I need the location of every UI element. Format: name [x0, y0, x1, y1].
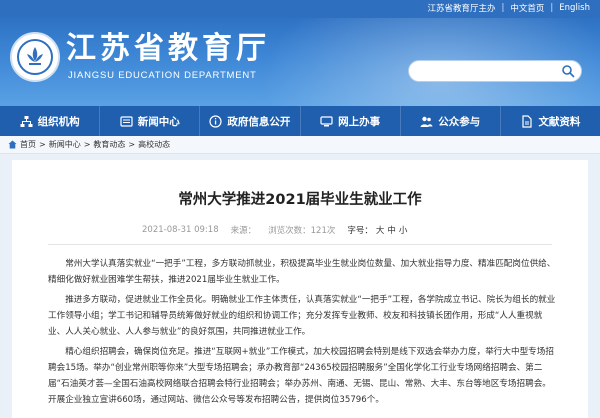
- breadcrumb-home[interactable]: 首页: [20, 139, 36, 150]
- search-icon[interactable]: [561, 64, 575, 78]
- info-icon: [209, 114, 223, 128]
- nav-item-docs[interactable]: 文献资料: [501, 106, 600, 136]
- logo-emblem[interactable]: [10, 32, 60, 82]
- org-icon: [20, 115, 33, 127]
- nav-item-info[interactable]: 政府信息公开: [200, 106, 301, 136]
- nav-item-service[interactable]: 网上办事: [301, 106, 401, 136]
- english-link[interactable]: English: [559, 3, 590, 13]
- people-icon: [420, 116, 433, 127]
- nav-item-news[interactable]: 新闻中心: [100, 106, 201, 136]
- font-size-large[interactable]: 大: [376, 224, 385, 236]
- nav-item-org[interactable]: 组织机构: [0, 106, 101, 136]
- nav-label: 公众参与: [438, 115, 481, 128]
- article-paragraph: 精心组织招聘会，确保岗位充足。推进“互联网+就业”工作模式，加大校园招聘会特别是…: [48, 347, 554, 405]
- site-title: 江苏省教育厅: [66, 31, 270, 66]
- font-size-medium[interactable]: 中: [387, 224, 396, 236]
- nav-label: 政府信息公开: [227, 115, 291, 128]
- top-strip: 江苏省教育厅主办 | 中文首页 | English: [0, 0, 600, 18]
- article-views: 浏览次数：121次: [268, 226, 336, 236]
- font-size-small[interactable]: 小: [399, 224, 408, 236]
- breadcrumb: 首页 > 新闻中心 > 教育动态 > 高校动态: [0, 136, 600, 154]
- article-paragraph: 推进多方联动，促进就业工作全员化。明确就业工作主体责任，认真落实就业“一把手”工…: [48, 295, 556, 337]
- article-date: 2021-08-31 09:18: [142, 225, 219, 235]
- service-icon: [320, 115, 333, 126]
- site-sponsor-link[interactable]: 江苏省教育厅主办: [428, 2, 496, 14]
- news-icon: [120, 115, 133, 127]
- article-title: 常州大学推进2021届毕业生就业工作: [178, 192, 422, 208]
- separator: |: [550, 3, 554, 13]
- main-nav: 组织机构 新闻中心 政府信息公开 网上办事 公众参与 文献资料: [0, 106, 600, 136]
- nav-label: 文献资料: [538, 115, 581, 128]
- docs-icon: [522, 114, 533, 128]
- nav-label: 组织机构: [37, 115, 80, 128]
- site-subtitle: JIANGSU EDUCATION DEPARTMENT: [68, 70, 257, 81]
- nav-label: 网上办事: [338, 115, 381, 128]
- home-icon: [8, 140, 17, 149]
- lotus-emblem-icon: [27, 47, 43, 65]
- nav-label: 新闻中心: [137, 115, 180, 128]
- breadcrumb-news-center[interactable]: 新闻中心: [49, 139, 81, 150]
- breadcrumb-university-news[interactable]: 高校动态: [138, 139, 170, 150]
- search-box: [408, 60, 582, 82]
- article-meta: 2021-08-31 09:18 来源： 浏览次数：121次 字号： 大 中 小: [142, 224, 407, 236]
- divider: [48, 244, 552, 245]
- font-size-label: 字号：: [347, 226, 373, 236]
- search-input[interactable]: [417, 63, 557, 79]
- separator: |: [501, 3, 505, 13]
- site-header: 江苏省教育厅 JIANGSU EDUCATION DEPARTMENT: [0, 18, 600, 106]
- chinese-home-link[interactable]: 中文首页: [510, 2, 544, 14]
- nav-item-people[interactable]: 公众参与: [401, 106, 501, 136]
- article-source: 来源：: [230, 226, 257, 236]
- article-body: 常州大学认真落实就业“一把手”工程，多方联动抓就业，积极提高毕业生就业岗位数量、…: [48, 256, 556, 412]
- article-paragraph: 常州大学认真落实就业“一把手”工程，多方联动抓就业，积极提高毕业生就业岗位数量、…: [48, 259, 556, 285]
- top-links: 江苏省教育厅主办 | 中文首页 | English: [428, 2, 590, 14]
- font-size-switcher: 字号： 大 中 小: [347, 224, 407, 236]
- breadcrumb-education-news[interactable]: 教育动态: [93, 139, 125, 150]
- article-panel: 常州大学推进2021届毕业生就业工作 2021-08-31 09:18 来源： …: [12, 160, 588, 418]
